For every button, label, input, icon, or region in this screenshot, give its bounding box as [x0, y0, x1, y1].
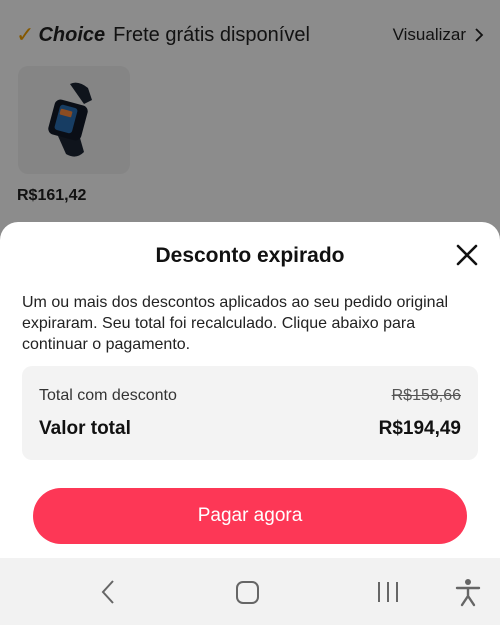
discount-value: R$158,66	[391, 387, 461, 404]
sheet-title: Desconto expirado	[155, 244, 345, 267]
discount-label: Total com desconto	[39, 387, 177, 404]
home-icon[interactable]	[233, 577, 263, 607]
accessibility-icon[interactable]	[453, 577, 483, 607]
expired-message: Um ou mais dos descontos aplicados ao se…	[22, 294, 449, 353]
discount-row: Total com desconto R$158,66	[39, 387, 461, 405]
system-nav-bar	[0, 558, 500, 625]
close-icon	[456, 244, 478, 266]
total-value: R$194,49	[378, 418, 461, 439]
total-row: Valor total R$194,49	[39, 418, 461, 440]
price-summary: Total com desconto R$158,66 Valor total …	[22, 366, 478, 460]
pay-now-button[interactable]: Pagar agora	[33, 488, 467, 544]
total-label: Valor total	[39, 418, 131, 439]
recents-icon[interactable]	[373, 577, 403, 607]
discount-expired-sheet: Desconto expirado Um ou mais dos descont…	[0, 222, 500, 558]
back-icon[interactable]	[94, 577, 124, 607]
close-button[interactable]	[454, 242, 480, 268]
